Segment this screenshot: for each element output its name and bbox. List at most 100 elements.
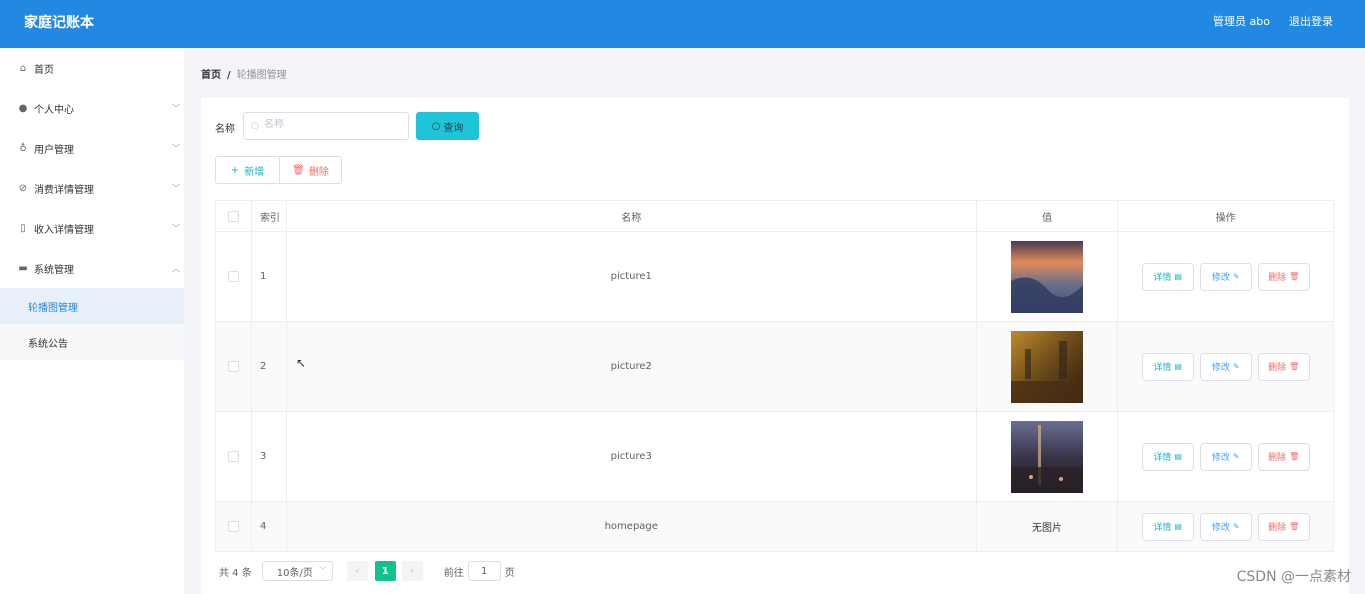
system-submenu: 轮播图管理 系统公告 <box>0 288 184 360</box>
document-icon: ▤ <box>1174 452 1182 461</box>
delete-button[interactable]: 删除 🗑 <box>1257 262 1310 291</box>
row-checkbox[interactable] <box>227 361 239 372</box>
detail-button[interactable]: 详情 ▤ <box>1141 442 1194 471</box>
trash-icon: 🗑 <box>1289 452 1300 461</box>
sidebar-item-profile[interactable]: ● 个人中心 ﹀ <box>0 88 184 128</box>
edit-label: 修改 <box>1211 523 1230 533</box>
detail-label: 详情 <box>1153 453 1172 463</box>
header-ops: 操作 <box>1215 212 1236 224</box>
detail-button[interactable]: 详情 ▤ <box>1141 262 1194 291</box>
user-icon: ● <box>18 102 28 114</box>
row-name: picture2 <box>287 322 977 411</box>
search-field[interactable]: ○ <box>243 112 409 140</box>
select-all-checkbox[interactable] <box>227 210 239 222</box>
current-user: 管理员 abo <box>1213 15 1270 28</box>
chevron-down-icon: ﹀ <box>172 223 180 233</box>
trash-icon: 🗑 <box>1289 522 1300 531</box>
trash-icon: 🗑 <box>1289 272 1300 281</box>
detail-label: 详情 <box>1153 273 1172 283</box>
chevron-down-icon: ﹀ <box>172 103 180 113</box>
breadcrumb: 首页 / 轮播图管理 <box>201 66 287 81</box>
pagination-total: 共 4 条 <box>219 567 252 579</box>
delete-button-label: 删除 <box>308 166 329 178</box>
delete-label: 删除 <box>1268 453 1287 463</box>
delete-label: 删除 <box>1268 523 1287 533</box>
carousel-thumbnail[interactable] <box>1011 330 1084 403</box>
edit-label: 修改 <box>1211 273 1230 283</box>
sidebar-item-label: 收入详情管理 <box>34 224 94 236</box>
content-panel: 名称 ○ ○ 查询 + 新增 🗑 删除 索引 名称 值 操作 1 picture… <box>201 98 1349 594</box>
breadcrumb-separator: / <box>227 70 231 81</box>
detail-button[interactable]: 详情 ▤ <box>1141 512 1194 541</box>
header-index: 索引 <box>252 201 287 231</box>
table-header: 索引 名称 值 操作 <box>216 201 1333 232</box>
row-checkbox[interactable] <box>227 451 239 462</box>
sidebar-item-expense[interactable]: ⊘ 消费详情管理 ﹀ <box>0 168 184 208</box>
sidebar-item-label: 系统管理 <box>34 264 74 276</box>
delete-label: 删除 <box>1268 273 1287 283</box>
goto-suffix: 页 <box>504 567 515 579</box>
pencil-icon: ✎ <box>1232 362 1240 371</box>
pencil-icon: ✎ <box>1232 522 1240 531</box>
chevron-right-icon: › <box>410 565 415 577</box>
top-bar: 家庭记账本 管理员 abo 退出登录 <box>0 0 1365 48</box>
sidebar-item-label: 个人中心 <box>34 104 74 116</box>
prev-page-button[interactable]: ‹ <box>346 561 368 581</box>
carousel-thumbnail[interactable] <box>1011 420 1084 493</box>
page-size-value: 10条/页 <box>276 567 313 579</box>
sidebar-item-home[interactable]: ⌂ 首页 <box>0 48 184 88</box>
batch-delete-button[interactable]: 🗑 删除 <box>279 156 342 184</box>
page-size-select[interactable]: 10条/页 ﹀ <box>261 561 333 581</box>
header-name: 名称 <box>287 201 977 231</box>
home-icon: ⌂ <box>19 62 27 74</box>
goto-page-input[interactable] <box>467 561 501 581</box>
detail-button[interactable]: 详情 ▤ <box>1141 352 1194 381</box>
detail-label: 详情 <box>1153 363 1172 373</box>
delete-label: 删除 <box>1268 363 1287 373</box>
row-value: 无图片 <box>977 502 1119 551</box>
pencil-icon: ✎ <box>1232 272 1240 281</box>
logout-link[interactable]: 退出登录 <box>1289 13 1333 29</box>
delete-button[interactable]: 删除 🗑 <box>1257 512 1310 541</box>
monitor-icon: ▬ <box>18 262 28 274</box>
document-icon: ▤ <box>1174 522 1182 531</box>
sidebar-item-users[interactable]: ♁ 用户管理 ﹀ <box>0 128 184 168</box>
mic-icon: ♁ <box>19 142 27 154</box>
search-label: 名称 <box>215 124 235 135</box>
breadcrumb-current: 轮播图管理 <box>236 70 287 81</box>
query-button[interactable]: ○ 查询 <box>416 112 479 140</box>
app-title: 家庭记账本 <box>24 15 94 31</box>
sidebar-subitem-notice[interactable]: 系统公告 <box>0 324 184 360</box>
edit-button[interactable]: 修改 ✎ <box>1199 512 1252 541</box>
add-button[interactable]: + 新增 <box>215 156 280 184</box>
add-button-label: 新增 <box>244 166 265 178</box>
breadcrumb-home[interactable]: 首页 <box>201 70 221 81</box>
next-page-button[interactable]: › <box>401 561 423 581</box>
table-row: 1 picture1 详情 ▤ 修改 ✎ 删除 🗑 <box>216 232 1333 322</box>
sidebar-item-income[interactable]: ▯ 收入详情管理 ﹀ <box>0 208 184 248</box>
pagination: 共 4 条 10条/页 ﹀ ‹ 1 › 前往 页 <box>219 560 515 582</box>
row-name: picture1 <box>287 232 977 321</box>
query-button-label: 查询 <box>443 122 464 134</box>
edit-button[interactable]: 修改 ✎ <box>1199 262 1252 291</box>
pencil-icon: ✎ <box>1232 452 1240 461</box>
row-checkbox[interactable] <box>227 271 239 282</box>
trash-icon: 🗑 <box>1289 362 1300 371</box>
row-index: 3 <box>252 412 287 501</box>
delete-button[interactable]: 删除 🗑 <box>1257 442 1310 471</box>
sidebar-item-system[interactable]: ▬ 系统管理 ︿ <box>0 248 184 288</box>
sidebar-subitem-carousel[interactable]: 轮播图管理 <box>0 288 184 324</box>
sidebar-item-label: 消费详情管理 <box>34 184 94 196</box>
mouse-cursor-icon: ↖ <box>296 356 307 370</box>
goto-prefix: 前往 <box>443 567 464 579</box>
edit-button[interactable]: 修改 ✎ <box>1199 442 1252 471</box>
table-row: 2 picture2 详情 ▤ 修改 ✎ 删除 🗑 <box>216 322 1333 412</box>
search-input[interactable] <box>264 119 402 130</box>
row-checkbox[interactable] <box>227 521 239 532</box>
page-number-current[interactable]: 1 <box>374 561 396 581</box>
edit-button[interactable]: 修改 ✎ <box>1199 352 1252 381</box>
delete-button[interactable]: 删除 🗑 <box>1257 352 1310 381</box>
row-name: picture3 <box>287 412 977 501</box>
row-index: 1 <box>252 232 287 321</box>
carousel-thumbnail[interactable] <box>1011 240 1084 313</box>
